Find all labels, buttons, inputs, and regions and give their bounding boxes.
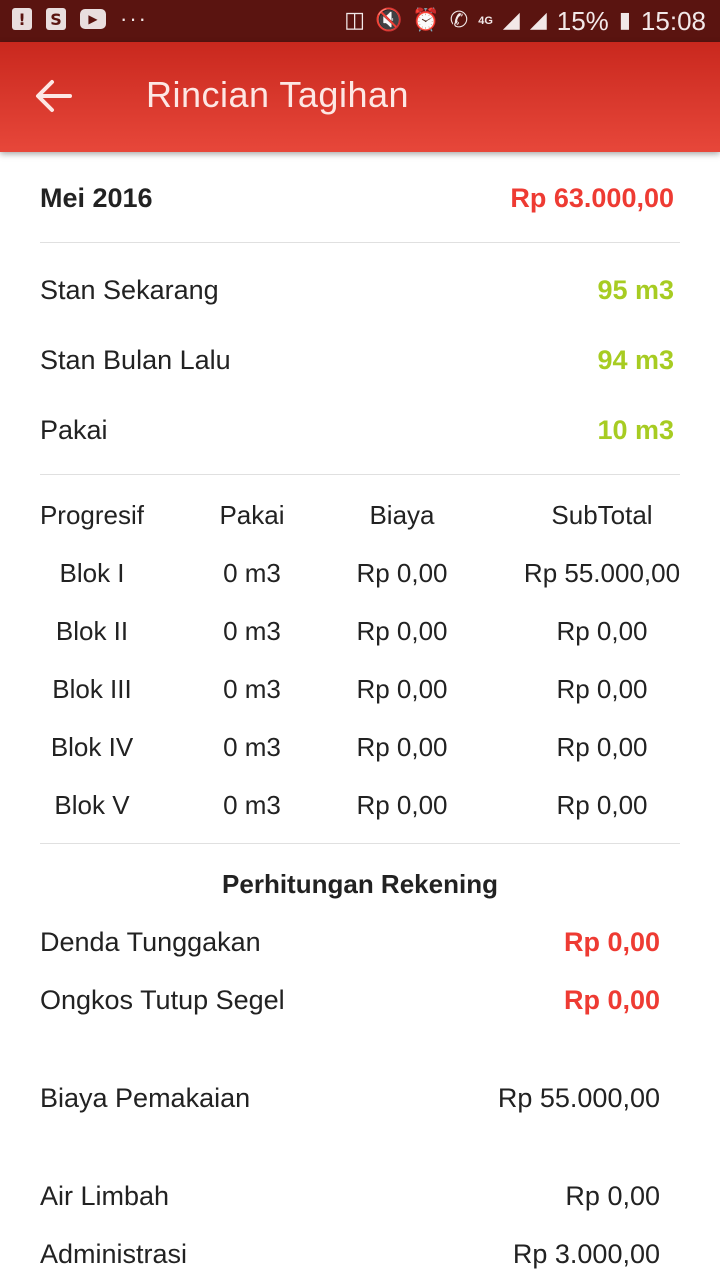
penalty-row: Denda Tunggakan Rp 0,00 (40, 922, 660, 962)
table-cell: Rp 55.000,00 (523, 558, 681, 588)
page-title: Rincian Tagihan (146, 74, 410, 115)
usage-cost-row: Biaya Pemakaian Rp 55.000,00 (40, 1078, 660, 1118)
table-row: Blok IV 0 m3 Rp 0,00 Rp 0,00 (0, 727, 720, 767)
table-cell: Blok IV (50, 732, 134, 762)
usage-cost-value: Rp 55.000,00 (497, 1082, 660, 1113)
meter-previous-row: Stan Bulan Lalu 94 m3 (40, 340, 674, 380)
wifi-icon: ◢ (529, 8, 547, 33)
alert-icon: ! (12, 8, 32, 30)
more-dots-icon: ··· (120, 6, 148, 31)
table-cell: Blok I (59, 558, 125, 588)
table-header: Pakai (219, 500, 285, 530)
table-cell: Blok III (52, 674, 132, 704)
cast-icon: ◫ (344, 8, 365, 33)
signal-icon: ◢ (502, 8, 520, 33)
table-row: Blok I 0 m3 Rp 0,00 Rp 55.000,00 (0, 553, 720, 593)
divider (40, 474, 680, 475)
table-cell: Rp 0,00 (356, 790, 448, 820)
table-cell: 0 m3 (223, 558, 281, 588)
phone-icon: ✆ (449, 8, 469, 33)
table-row: Blok V 0 m3 Rp 0,00 Rp 0,00 (0, 785, 720, 825)
table-cell: 0 m3 (223, 790, 281, 820)
clock: 15:08 (640, 6, 706, 36)
meter-previous-value: 94 m3 (597, 344, 674, 375)
summary-row: Mei 2016 Rp 63.000,00 (40, 178, 674, 218)
table-header: Biaya (369, 500, 435, 530)
seal-fee-label: Ongkos Tutup Segel (40, 984, 285, 1015)
table-cell: Rp 0,00 (556, 790, 648, 820)
table-row: Blok III 0 m3 Rp 0,00 Rp 0,00 (0, 669, 720, 709)
table-cell: Rp 0,00 (356, 674, 448, 704)
battery-icon: ▮ (618, 8, 631, 33)
seal-fee-row: Ongkos Tutup Segel Rp 0,00 (40, 980, 660, 1020)
table-row: Blok II 0 m3 Rp 0,00 Rp 0,00 (0, 611, 720, 651)
meter-current-label: Stan Sekarang (40, 274, 219, 305)
app-bar: Rincian Tagihan (0, 42, 720, 152)
divider (40, 843, 680, 844)
table-cell: 0 m3 (223, 616, 281, 646)
status-bar-system: ◫ 🔇 ⏰ ✆ 4G ◢ ◢ 15% ▮ 15:08 (344, 4, 706, 38)
table-cell: Rp 0,00 (556, 732, 648, 762)
admin-fee-value: Rp 3.000,00 (512, 1238, 660, 1269)
arrow-back-icon (36, 80, 72, 112)
table-header: SubTotal (551, 500, 653, 530)
table-cell: Blok II (55, 616, 129, 646)
admin-fee-row: Administrasi Rp 3.000,00 (40, 1234, 660, 1274)
table-cell: Rp 0,00 (356, 616, 448, 646)
table-header-row: Progresif Pakai Biaya SubTotal (0, 495, 720, 535)
battery-percent: 15% (556, 6, 609, 36)
alarm-icon: ⏰ (412, 8, 440, 33)
meter-previous-label: Stan Bulan Lalu (40, 344, 231, 375)
section-title: Perhitungan Rekening (222, 869, 498, 899)
waste-water-value: Rp 0,00 (565, 1180, 660, 1211)
network-type: 4G (478, 15, 493, 27)
status-bar: ! S ▶ ··· ◫ 🔇 ⏰ ✆ 4G ◢ ◢ 15% ▮ 15:08 (0, 0, 720, 42)
seal-fee-value: Rp 0,00 (563, 984, 660, 1015)
meter-current-value: 95 m3 (597, 274, 674, 305)
shopping-bag-icon: S (46, 8, 66, 30)
table-cell: Rp 0,00 (356, 558, 448, 588)
table-cell: Rp 0,00 (356, 732, 448, 762)
bill-total: Rp 63.000,00 (510, 182, 674, 213)
meter-current-row: Stan Sekarang 95 m3 (40, 270, 674, 310)
table-cell: Rp 0,00 (556, 674, 648, 704)
status-bar-notifications: ! S ▶ ··· (12, 8, 148, 30)
vibrate-mute-icon: 🔇 (374, 8, 403, 33)
table-cell: 0 m3 (223, 732, 281, 762)
table-header: Progresif (39, 500, 145, 530)
table-cell: Blok V (54, 790, 130, 820)
table-cell: Rp 0,00 (556, 616, 648, 646)
waste-water-label: Air Limbah (40, 1180, 170, 1211)
meter-usage-value: 10 m3 (597, 414, 674, 445)
penalty-value: Rp 0,00 (563, 926, 660, 957)
billing-period: Mei 2016 (40, 182, 153, 213)
admin-fee-label: Administrasi (40, 1238, 188, 1269)
meter-usage-label: Pakai (40, 414, 108, 445)
meter-usage-row: Pakai 10 m3 (40, 410, 674, 450)
usage-cost-label: Biaya Pemakaian (40, 1082, 251, 1113)
penalty-label: Denda Tunggakan (40, 926, 261, 957)
back-button[interactable] (28, 70, 80, 122)
youtube-icon: ▶ (80, 9, 106, 29)
table-cell: 0 m3 (223, 674, 281, 704)
divider (40, 242, 680, 243)
waste-water-row: Air Limbah Rp 0,00 (40, 1176, 660, 1216)
